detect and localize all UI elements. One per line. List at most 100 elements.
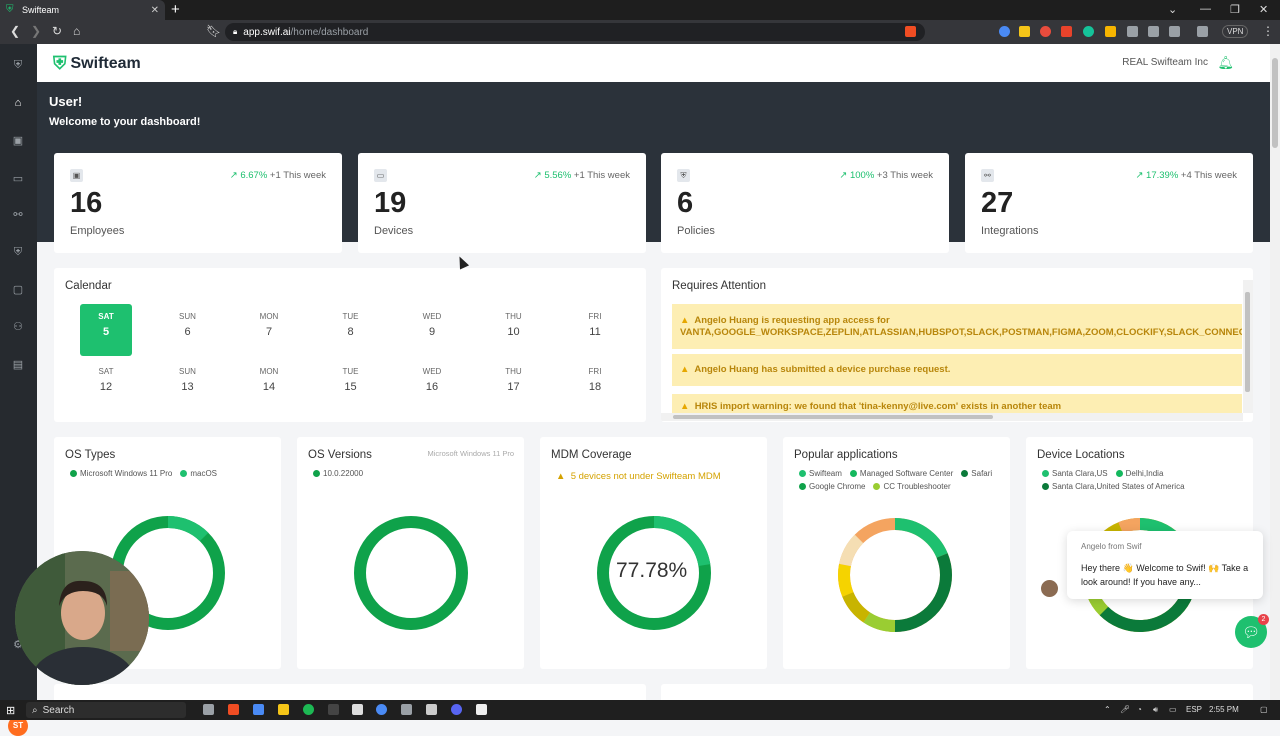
- legend-item[interactable]: 10.0.22000: [313, 469, 363, 478]
- legend-item[interactable]: macOS: [180, 469, 217, 478]
- spotify-icon[interactable]: [303, 704, 314, 715]
- home-nav-icon[interactable]: ⌂: [11, 96, 25, 110]
- agent-avatar[interactable]: [1039, 578, 1060, 599]
- calendar-day[interactable]: MON 7: [243, 304, 295, 356]
- alert-device-purchase[interactable]: ▲ Angelo Huang has submitted a device pu…: [672, 354, 1242, 386]
- bell-icon[interactable]: 🔔︎: [1217, 55, 1234, 71]
- stat-card-policies[interactable]: ⛨ ↗ 100% +3 This week 6 Policies: [661, 153, 949, 253]
- legend-item[interactable]: Delhi,India: [1115, 469, 1163, 478]
- puzzle-icon[interactable]: [1127, 26, 1138, 37]
- stat-card-employees[interactable]: ▣ ↗ 6.67% +1 This week 16 Employees: [54, 153, 342, 253]
- calendar-day[interactable]: WED 16: [406, 359, 458, 411]
- extension-icon[interactable]: [1019, 26, 1030, 37]
- forward-icon[interactable]: ❯: [31, 24, 41, 38]
- legend-item[interactable]: Swifteam: [799, 469, 842, 478]
- calendar-day[interactable]: SUN 13: [162, 359, 214, 411]
- stat-card-integrations[interactable]: ⚯ ↗ 17.39% +4 This week 27 Integrations: [965, 153, 1253, 253]
- new-tab-button[interactable]: +: [171, 1, 180, 19]
- home-icon[interactable]: ⌂: [73, 24, 80, 38]
- attention-horizontal-scrollbar[interactable]: [661, 413, 1243, 421]
- app-icon[interactable]: [426, 704, 437, 715]
- close-window-icon[interactable]: ✕: [1259, 3, 1268, 16]
- calendar-day[interactable]: SAT 5: [80, 304, 132, 356]
- file-explorer-icon[interactable]: [278, 704, 289, 715]
- mic-icon[interactable]: 🎤︎: [1120, 705, 1130, 714]
- extension-icon[interactable]: [999, 26, 1010, 37]
- wallet-icon[interactable]: [1197, 26, 1208, 37]
- os-versions-filter[interactable]: Microsoft Windows 11 Pro: [427, 449, 514, 458]
- extension-icon[interactable]: [1040, 26, 1051, 37]
- app-icon[interactable]: [352, 704, 363, 715]
- apps-nav-icon[interactable]: ▢: [11, 283, 25, 297]
- calendar-day[interactable]: SUN 6: [162, 304, 214, 356]
- legend-item[interactable]: CC Troubleshooter: [873, 482, 951, 491]
- legend-item[interactable]: Safari: [961, 469, 992, 478]
- chat-launcher-button[interactable]: 💬︎ 2: [1235, 614, 1269, 648]
- calendar-day[interactable]: THU 17: [488, 359, 540, 411]
- legend-item[interactable]: Santa Clara,US: [1042, 469, 1108, 478]
- alert-hris-warning[interactable]: ▲ HRIS import warning: we found that 'ti…: [672, 394, 1242, 414]
- address-bar[interactable]: 🔒︎ app.swif.ai/home/dashboard: [225, 23, 925, 41]
- tab-search-icon[interactable]: ⌄: [1168, 3, 1177, 16]
- reports-nav-icon[interactable]: ▤: [11, 358, 25, 372]
- notification-icon[interactable]: ▢: [1260, 705, 1268, 714]
- extension-icon[interactable]: [1061, 26, 1072, 37]
- calendar-day[interactable]: SAT 12: [80, 359, 132, 411]
- org-name[interactable]: REAL Swifteam Inc: [1122, 57, 1208, 68]
- back-icon[interactable]: ❮: [10, 24, 20, 38]
- legend-item[interactable]: Managed Software Center: [849, 469, 953, 478]
- apps-donut[interactable]: [837, 517, 953, 633]
- alert-app-access[interactable]: ▲ Angelo Huang is requesting app access …: [672, 304, 1242, 349]
- calendar-day[interactable]: TUE 8: [325, 304, 377, 356]
- reading-list-icon[interactable]: [1148, 26, 1159, 37]
- sidebar-icon[interactable]: [1169, 26, 1180, 37]
- wifi-icon[interactable]: ◔: [1137, 705, 1142, 714]
- app-icon[interactable]: [476, 704, 487, 715]
- discord-icon[interactable]: [451, 704, 462, 715]
- stat-card-devices[interactable]: ▭ ↗ 5.56% +1 This week 19 Devices: [358, 153, 646, 253]
- mdm-warning[interactable]: ▲ 5 devices not under Swifteam MDM: [556, 471, 721, 482]
- grammarly-icon[interactable]: [1083, 26, 1094, 37]
- browser-tab[interactable]: ⛨ Swifteam ✕: [0, 0, 165, 20]
- menu-icon[interactable]: ⋮: [1262, 24, 1274, 38]
- chat-popup[interactable]: Angelo from Swif Hey there 👋 Welcome to …: [1067, 531, 1263, 599]
- taskbar-search[interactable]: ⌕ Search: [26, 702, 186, 718]
- legend-item[interactable]: Santa Clara,United States of America: [1042, 482, 1185, 491]
- app-icon[interactable]: [328, 704, 339, 715]
- calendar-day[interactable]: FRI 18: [569, 359, 621, 411]
- calendar-day[interactable]: FRI 11: [569, 304, 621, 356]
- restore-icon[interactable]: ❐: [1230, 3, 1240, 16]
- app-icon[interactable]: [401, 704, 412, 715]
- legend-item[interactable]: Google Chrome: [799, 482, 865, 491]
- app-icon[interactable]: [253, 704, 264, 715]
- integrations-nav-icon[interactable]: ⚯: [11, 208, 25, 222]
- vpn-button[interactable]: VPN: [1222, 25, 1249, 38]
- devices-nav-icon[interactable]: ▭: [11, 172, 25, 186]
- brave-shield-icon[interactable]: [905, 26, 916, 37]
- task-view-icon[interactable]: [203, 704, 214, 715]
- chrome-icon[interactable]: [376, 704, 387, 715]
- volume-icon[interactable]: 🔊︎: [1153, 705, 1158, 715]
- battery-icon[interactable]: ▭: [1169, 705, 1177, 714]
- calendar-day[interactable]: THU 10: [488, 304, 540, 356]
- attention-vertical-scrollbar[interactable]: [1243, 280, 1253, 413]
- calendar-day[interactable]: WED 9: [406, 304, 458, 356]
- calendar-day[interactable]: TUE 15: [325, 359, 377, 411]
- extension-icon[interactable]: [1105, 26, 1116, 37]
- calendar-day[interactable]: MON 14: [243, 359, 295, 411]
- windows-start-icon[interactable]: ⊞: [6, 704, 15, 717]
- bookmark-icon[interactable]: 🔖︎: [206, 24, 221, 38]
- language-indicator[interactable]: ESP: [1186, 705, 1202, 714]
- tray-chevron-icon[interactable]: ⌃: [1104, 705, 1111, 714]
- teams-nav-icon[interactable]: ⚇: [11, 320, 25, 334]
- os-versions-donut[interactable]: [353, 515, 469, 631]
- clock[interactable]: 2:55 PM: [1209, 705, 1239, 714]
- brand-logo[interactable]: ⛨ Swifteam: [53, 53, 141, 74]
- close-tab-icon[interactable]: ✕: [151, 5, 159, 16]
- reload-icon[interactable]: ↻: [52, 24, 62, 38]
- brave-icon[interactable]: [228, 704, 239, 715]
- sidebar-logo-icon[interactable]: ⛨: [11, 58, 25, 72]
- page-scrollbar[interactable]: [1270, 44, 1280, 700]
- legend-item[interactable]: Microsoft Windows 11 Pro: [70, 469, 172, 478]
- minimize-icon[interactable]: —: [1200, 3, 1211, 15]
